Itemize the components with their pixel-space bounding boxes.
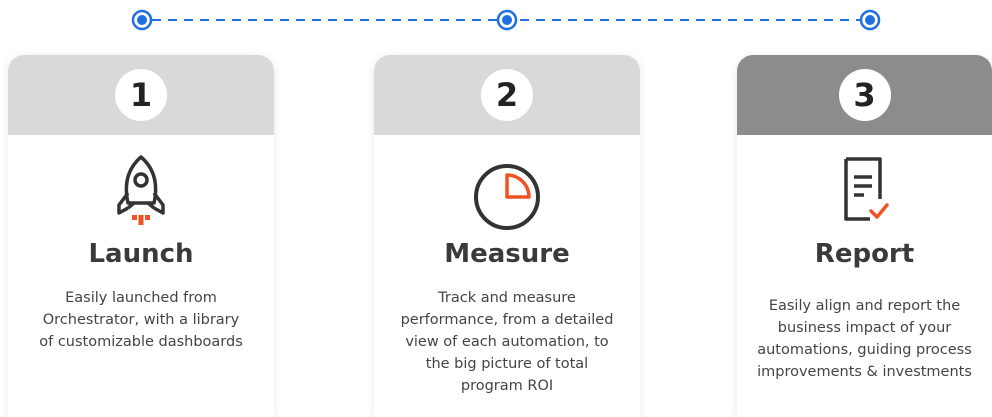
step-number-badge: 3: [838, 69, 891, 121]
card-title: Measure: [444, 239, 570, 269]
pie-timer-icon: [374, 153, 640, 233]
timeline-dot-3: [859, 9, 881, 31]
timeline-dot-2: [496, 9, 518, 31]
step-number-badge: 2: [481, 69, 533, 121]
step-card-launch: 1 Launch Easily launched from Orchestrat…: [8, 55, 274, 417]
step-card-measure: 2 Measure Track and measure performance,…: [374, 55, 640, 417]
rocket-icon: [8, 153, 274, 233]
card-description: Easily launched from Orchestrator, with …: [39, 290, 243, 350]
card-description: Track and measure performance, from a de…: [400, 290, 614, 394]
card-header: 3: [737, 55, 992, 135]
progress-timeline: [0, 0, 992, 40]
timeline-dot-1: [131, 9, 153, 31]
card-title: Launch: [88, 239, 194, 269]
card-header: 2: [374, 55, 640, 135]
step-number-badge: 1: [115, 69, 167, 121]
card-description: Easily align and report the business imp…: [757, 298, 972, 380]
step-card-report: 3 Report Easily align and report the bus…: [737, 55, 992, 417]
card-title: Report: [814, 239, 915, 269]
document-check-icon: [737, 153, 992, 233]
card-header: 1: [8, 55, 274, 135]
